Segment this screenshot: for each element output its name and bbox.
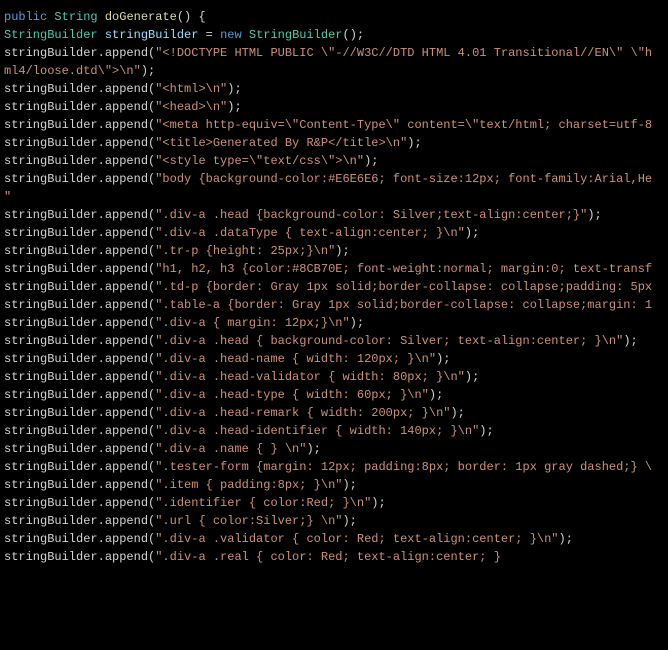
- code-line: stringBuilder.append(".tr-p {height: 25p…: [0, 242, 668, 260]
- code-line: stringBuilder.append(".url { color:Silve…: [0, 512, 668, 530]
- code-line: stringBuilder.append(".table-a {border: …: [0, 296, 668, 314]
- code-line: stringBuilder.append(".div-a .head { bac…: [0, 332, 668, 350]
- code-line: stringBuilder.append(".div-a .head-type …: [0, 386, 668, 404]
- code-line: stringBuilder.append(".div-a .real { col…: [0, 548, 668, 566]
- code-line: stringBuilder.append(".div-a .head-ident…: [0, 422, 668, 440]
- code-line: stringBuilder.append(".identifier { colo…: [0, 494, 668, 512]
- code-line: stringBuilder.append(".td-p {border: Gra…: [0, 278, 668, 296]
- code-line: stringBuilder.append("<style type=\"text…: [0, 152, 668, 170]
- code-line: stringBuilder.append("<meta http-equiv=\…: [0, 116, 668, 134]
- code-line: stringBuilder.append("<!DOCTYPE HTML PUB…: [0, 44, 668, 62]
- code-line: stringBuilder.append("<head>\n");: [0, 98, 668, 116]
- code-line: stringBuilder.append("<html>\n");: [0, 80, 668, 98]
- code-line: stringBuilder.append(".div-a .name { } \…: [0, 440, 668, 458]
- code-line: stringBuilder.append(".div-a .head-name …: [0, 350, 668, 368]
- code-line: stringBuilder.append("h1, h2, h3 {color:…: [0, 260, 668, 278]
- code-line: public String doGenerate() {: [0, 8, 668, 26]
- code-line: stringBuilder.append(".div-a .validator …: [0, 530, 668, 548]
- code-line: stringBuilder.append(".div-a { margin: 1…: [0, 314, 668, 332]
- code-line: stringBuilder.append(".div-a .dataType {…: [0, 224, 668, 242]
- code-content: public String doGenerate() { StringBuild…: [0, 8, 668, 566]
- code-line: stringBuilder.append("body {background-c…: [0, 170, 668, 188]
- code-line: StringBuilder stringBuilder = new String…: [0, 26, 668, 44]
- code-line: stringBuilder.append(".item { padding:8p…: [0, 476, 668, 494]
- code-line: stringBuilder.append(".div-a .head {back…: [0, 206, 668, 224]
- code-line: ": [0, 188, 668, 206]
- code-editor: public String doGenerate() { StringBuild…: [0, 0, 668, 650]
- code-line: stringBuilder.append(".tester-form {marg…: [0, 458, 668, 476]
- code-line: stringBuilder.append(".div-a .head-valid…: [0, 368, 668, 386]
- code-line: stringBuilder.append(".div-a .head-remar…: [0, 404, 668, 422]
- code-line: ml4/loose.dtd\">\n");: [0, 62, 668, 80]
- code-line: stringBuilder.append("<title>Generated B…: [0, 134, 668, 152]
